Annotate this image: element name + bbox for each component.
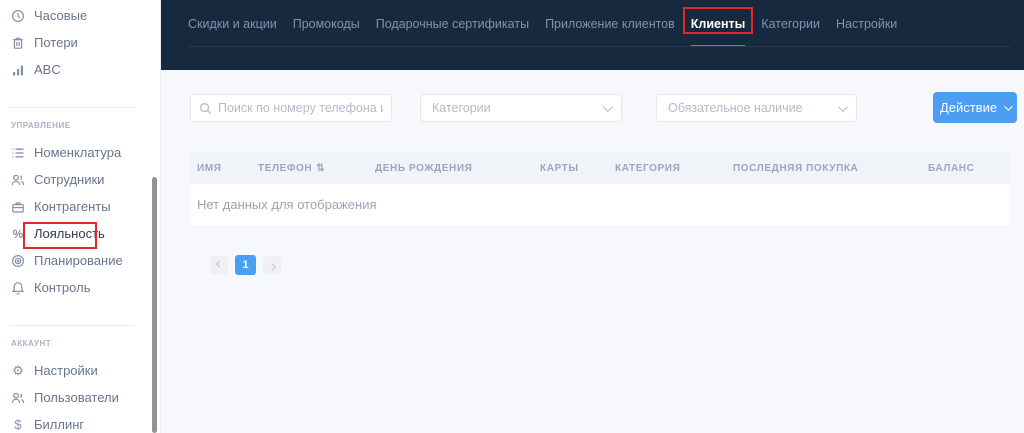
sidebar: Часовые Потери ABC УПРАВЛЕНИЕ Номенклату… <box>0 0 161 433</box>
pagination-prev-button[interactable] <box>210 256 228 274</box>
sidebar-item-label: Планирование <box>34 253 123 268</box>
trash-icon <box>10 35 26 51</box>
chevron-right-icon <box>268 262 276 270</box>
filters-bar: Категории Обязательное наличие Действие <box>161 70 1024 186</box>
tab-label: Клиенты <box>690 16 746 31</box>
percent-icon: % <box>12 226 24 241</box>
column-header-balance: БАЛАНС <box>928 162 975 174</box>
sidebar-item-label: Лояльность <box>34 226 105 241</box>
chevron-down-icon <box>1004 101 1013 111</box>
tabs-nav: Скидки и акции Промокоды Подарочные серт… <box>188 0 913 47</box>
tab-skidki-i-akcii[interactable]: Скидки и акции <box>188 0 277 47</box>
column-header-label: ТЕЛЕФОН <box>258 162 313 174</box>
bell-icon <box>10 280 26 296</box>
people-icon <box>10 172 26 188</box>
sidebar-item-polzovateli[interactable]: Пользователи <box>0 384 160 411</box>
sidebar-item-loyalnost[interactable]: % Лояльность <box>0 220 160 247</box>
sidebar-item-sotrudniki[interactable]: Сотрудники <box>0 166 160 193</box>
search-input-wrapper <box>190 94 392 122</box>
dollar-icon: $ <box>14 417 22 432</box>
people-icon <box>10 390 26 406</box>
gear-icon: ⚙ <box>12 363 24 378</box>
pagination: 1 <box>210 255 288 275</box>
presence-select[interactable]: Обязательное наличие <box>656 94 857 122</box>
chevron-left-icon <box>215 260 223 268</box>
column-header-name: ИМЯ <box>197 162 222 174</box>
tab-nastroyki[interactable]: Настройки <box>836 0 897 47</box>
sidebar-section-title: АККАУНТ <box>11 339 52 348</box>
tab-promokody[interactable]: Промокоды <box>293 0 360 47</box>
sidebar-item-label: Потери <box>34 35 78 50</box>
chevron-down-icon <box>602 101 613 112</box>
tabs-divider <box>188 46 1010 47</box>
category-select[interactable]: Категории <box>420 94 622 122</box>
action-button-label: Действие <box>939 100 998 115</box>
sidebar-item-label: Часовые <box>34 8 88 23</box>
pagination-next-button[interactable] <box>263 256 281 274</box>
column-header-last-purchase: ПОСЛЕДНЯЯ ПОКУПКА <box>733 162 859 174</box>
column-header-category: КАТЕГОРИЯ <box>615 162 681 174</box>
sidebar-item-planirovanie[interactable]: Планирование <box>0 247 160 274</box>
table-header-row: ИМЯ ТЕЛЕФОН ⇅ ДЕНЬ РОЖДЕНИЯ КАРТЫ КАТЕГО… <box>190 152 1010 184</box>
column-header-birthday: ДЕНЬ РОЖДЕНИЯ <box>375 162 473 174</box>
sidebar-item-label: Пользователи <box>34 390 119 405</box>
main-area: Скидки и акции Промокоды Подарочные серт… <box>161 0 1024 433</box>
sidebar-item-abc[interactable]: ABC <box>0 56 160 83</box>
sidebar-item-label: ABC <box>34 62 61 77</box>
sidebar-item-nastroyki[interactable]: ⚙ Настройки <box>0 357 160 384</box>
sidebar-scrollbar[interactable] <box>152 177 157 433</box>
top-tab-bar: Скидки и акции Промокоды Подарочные серт… <box>161 0 1024 70</box>
column-header-phone[interactable]: ТЕЛЕФОН ⇅ <box>258 152 325 184</box>
sidebar-item-label: Контроль <box>34 280 91 295</box>
clients-table: ИМЯ ТЕЛЕФОН ⇅ ДЕНЬ РОЖДЕНИЯ КАРТЫ КАТЕГО… <box>190 152 1010 225</box>
select-value: Категории <box>432 101 491 115</box>
sidebar-item-billing[interactable]: $ Биллинг <box>0 411 160 433</box>
bar-chart-icon <box>10 62 26 78</box>
action-button[interactable]: Действие <box>933 92 1017 123</box>
search-icon <box>200 102 212 114</box>
chevron-down-icon <box>837 101 848 112</box>
sidebar-item-label: Сотрудники <box>34 172 105 187</box>
sidebar-item-poteri[interactable]: Потери <box>0 29 160 56</box>
tab-prilozhenie-klientov[interactable]: Приложение клиентов <box>545 0 675 47</box>
pagination-page-1[interactable]: 1 <box>235 255 256 275</box>
list-icon <box>10 145 26 161</box>
tab-klienty[interactable]: Клиенты <box>682 0 754 47</box>
sidebar-item-kontragenty[interactable]: Контрагенты <box>0 193 160 220</box>
select-value: Обязательное наличие <box>668 101 803 115</box>
table-empty-row: Нет данных для отображения <box>190 184 1010 225</box>
column-header-cards: КАРТЫ <box>540 162 579 174</box>
app-root: Часовые Потери ABC УПРАВЛЕНИЕ Номенклату… <box>0 0 1024 433</box>
search-input[interactable] <box>218 101 383 115</box>
empty-state-text: Нет данных для отображения <box>197 197 377 212</box>
target-icon <box>10 253 26 269</box>
sidebar-section-title: УПРАВЛЕНИЕ <box>11 121 71 130</box>
sidebar-divider <box>10 325 134 326</box>
sidebar-item-nomenklatura[interactable]: Номенклатура <box>0 139 160 166</box>
sidebar-item-label: Настройки <box>34 363 98 378</box>
sidebar-item-label: Биллинг <box>34 417 85 432</box>
tab-kategorii[interactable]: Категории <box>761 0 820 47</box>
sidebar-item-label: Номенклатура <box>34 145 122 160</box>
sidebar-item-chasovye[interactable]: Часовые <box>0 2 160 29</box>
briefcase-icon <box>10 199 26 215</box>
clock-icon <box>10 8 26 24</box>
sidebar-divider <box>10 107 134 108</box>
tab-podarochnye-sertifikaty[interactable]: Подарочные сертификаты <box>376 0 529 47</box>
sort-icon: ⇅ <box>316 162 325 174</box>
sidebar-item-kontrol[interactable]: Контроль <box>0 274 160 301</box>
sidebar-item-label: Контрагенты <box>34 199 111 214</box>
